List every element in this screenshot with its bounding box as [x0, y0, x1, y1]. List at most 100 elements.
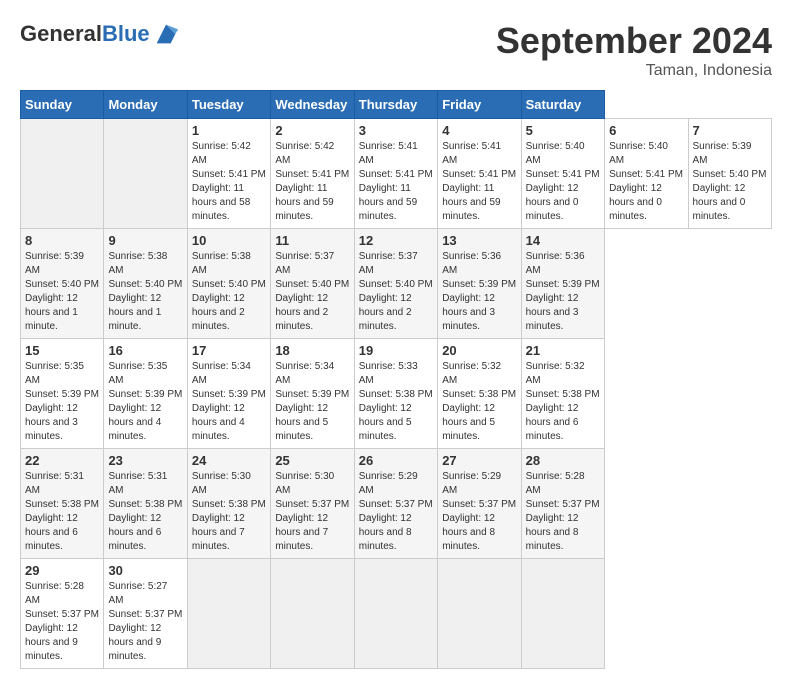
day-info: Sunrise: 5:31 AM Sunset: 5:38 PM Dayligh…: [108, 470, 182, 554]
day-number: 22: [25, 453, 99, 468]
calendar-cell: 23 Sunrise: 5:31 AM Sunset: 5:38 PM Dayl…: [104, 449, 187, 559]
day-number: 12: [359, 233, 433, 248]
calendar-week-2: 8 Sunrise: 5:39 AM Sunset: 5:40 PM Dayli…: [21, 229, 772, 339]
calendar-cell: 1 Sunrise: 5:42 AM Sunset: 5:41 PM Dayli…: [187, 119, 270, 229]
day-info: Sunrise: 5:39 AM Sunset: 5:40 PM Dayligh…: [693, 140, 768, 224]
calendar-cell: 11 Sunrise: 5:37 AM Sunset: 5:40 PM Dayl…: [271, 229, 354, 339]
day-info: Sunrise: 5:36 AM Sunset: 5:39 PM Dayligh…: [526, 250, 600, 334]
calendar-cell: 2 Sunrise: 5:42 AM Sunset: 5:41 PM Dayli…: [271, 119, 354, 229]
day-info: Sunrise: 5:28 AM Sunset: 5:37 PM Dayligh…: [25, 580, 99, 664]
calendar-cell: [187, 559, 270, 669]
calendar-cell: 25 Sunrise: 5:30 AM Sunset: 5:37 PM Dayl…: [271, 449, 354, 559]
day-number: 17: [192, 343, 266, 358]
day-info: Sunrise: 5:38 AM Sunset: 5:40 PM Dayligh…: [108, 250, 182, 334]
day-number: 27: [442, 453, 516, 468]
calendar-cell: 21 Sunrise: 5:32 AM Sunset: 5:38 PM Dayl…: [521, 339, 604, 449]
day-info: Sunrise: 5:29 AM Sunset: 5:37 PM Dayligh…: [442, 470, 516, 554]
weekday-header-monday: Monday: [104, 91, 187, 119]
day-number: 13: [442, 233, 516, 248]
calendar-week-1: 1 Sunrise: 5:42 AM Sunset: 5:41 PM Dayli…: [21, 119, 772, 229]
day-info: Sunrise: 5:40 AM Sunset: 5:41 PM Dayligh…: [526, 140, 600, 224]
day-info: Sunrise: 5:37 AM Sunset: 5:40 PM Dayligh…: [359, 250, 433, 334]
day-number: 28: [526, 453, 600, 468]
day-number: 25: [275, 453, 349, 468]
calendar-body: 1 Sunrise: 5:42 AM Sunset: 5:41 PM Dayli…: [21, 119, 772, 669]
day-number: 16: [108, 343, 182, 358]
calendar-cell: 14 Sunrise: 5:36 AM Sunset: 5:39 PM Dayl…: [521, 229, 604, 339]
day-info: Sunrise: 5:33 AM Sunset: 5:38 PM Dayligh…: [359, 360, 433, 444]
day-number: 2: [275, 123, 349, 138]
calendar-cell: [521, 559, 604, 669]
logo: GeneralBlue: [20, 20, 180, 48]
calendar-cell: 3 Sunrise: 5:41 AM Sunset: 5:41 PM Dayli…: [354, 119, 437, 229]
calendar-cell: 29 Sunrise: 5:28 AM Sunset: 5:37 PM Dayl…: [21, 559, 104, 669]
logo-text: GeneralBlue: [20, 21, 150, 47]
calendar-table: SundayMondayTuesdayWednesdayThursdayFrid…: [20, 90, 772, 669]
day-info: Sunrise: 5:34 AM Sunset: 5:39 PM Dayligh…: [192, 360, 266, 444]
weekday-header-sunday: Sunday: [21, 91, 104, 119]
day-number: 4: [442, 123, 516, 138]
calendar-cell: 9 Sunrise: 5:38 AM Sunset: 5:40 PM Dayli…: [104, 229, 187, 339]
calendar-week-5: 29 Sunrise: 5:28 AM Sunset: 5:37 PM Dayl…: [21, 559, 772, 669]
day-number: 6: [609, 123, 683, 138]
calendar-cell: 18 Sunrise: 5:34 AM Sunset: 5:39 PM Dayl…: [271, 339, 354, 449]
day-info: Sunrise: 5:41 AM Sunset: 5:41 PM Dayligh…: [359, 140, 433, 224]
weekday-header-saturday: Saturday: [521, 91, 604, 119]
calendar-cell: 12 Sunrise: 5:37 AM Sunset: 5:40 PM Dayl…: [354, 229, 437, 339]
day-info: Sunrise: 5:36 AM Sunset: 5:39 PM Dayligh…: [442, 250, 516, 334]
calendar-cell: 16 Sunrise: 5:35 AM Sunset: 5:39 PM Dayl…: [104, 339, 187, 449]
day-info: Sunrise: 5:40 AM Sunset: 5:41 PM Dayligh…: [609, 140, 683, 224]
weekday-header-friday: Friday: [438, 91, 521, 119]
day-info: Sunrise: 5:35 AM Sunset: 5:39 PM Dayligh…: [108, 360, 182, 444]
day-number: 21: [526, 343, 600, 358]
calendar-cell: 5 Sunrise: 5:40 AM Sunset: 5:41 PM Dayli…: [521, 119, 604, 229]
day-info: Sunrise: 5:32 AM Sunset: 5:38 PM Dayligh…: [526, 360, 600, 444]
day-number: 1: [192, 123, 266, 138]
calendar-cell: 20 Sunrise: 5:32 AM Sunset: 5:38 PM Dayl…: [438, 339, 521, 449]
calendar-cell: 17 Sunrise: 5:34 AM Sunset: 5:39 PM Dayl…: [187, 339, 270, 449]
day-number: 11: [275, 233, 349, 248]
weekday-header-wednesday: Wednesday: [271, 91, 354, 119]
day-info: Sunrise: 5:37 AM Sunset: 5:40 PM Dayligh…: [275, 250, 349, 334]
calendar-header-row: SundayMondayTuesdayWednesdayThursdayFrid…: [21, 91, 772, 119]
title-block: September 2024 Taman, Indonesia: [496, 20, 772, 80]
day-number: 7: [693, 123, 768, 138]
day-number: 29: [25, 563, 99, 578]
day-number: 14: [526, 233, 600, 248]
day-info: Sunrise: 5:42 AM Sunset: 5:41 PM Dayligh…: [192, 140, 266, 224]
day-info: Sunrise: 5:41 AM Sunset: 5:41 PM Dayligh…: [442, 140, 516, 224]
calendar-cell: [104, 119, 187, 229]
day-number: 30: [108, 563, 182, 578]
calendar-cell: 22 Sunrise: 5:31 AM Sunset: 5:38 PM Dayl…: [21, 449, 104, 559]
weekday-header-thursday: Thursday: [354, 91, 437, 119]
calendar-cell: 8 Sunrise: 5:39 AM Sunset: 5:40 PM Dayli…: [21, 229, 104, 339]
calendar-cell: 15 Sunrise: 5:35 AM Sunset: 5:39 PM Dayl…: [21, 339, 104, 449]
day-number: 3: [359, 123, 433, 138]
day-number: 23: [108, 453, 182, 468]
weekday-header-tuesday: Tuesday: [187, 91, 270, 119]
day-info: Sunrise: 5:42 AM Sunset: 5:41 PM Dayligh…: [275, 140, 349, 224]
day-number: 24: [192, 453, 266, 468]
day-number: 26: [359, 453, 433, 468]
day-number: 5: [526, 123, 600, 138]
day-number: 18: [275, 343, 349, 358]
calendar-cell: 24 Sunrise: 5:30 AM Sunset: 5:38 PM Dayl…: [187, 449, 270, 559]
day-info: Sunrise: 5:30 AM Sunset: 5:37 PM Dayligh…: [275, 470, 349, 554]
day-info: Sunrise: 5:39 AM Sunset: 5:40 PM Dayligh…: [25, 250, 99, 334]
calendar-cell: 13 Sunrise: 5:36 AM Sunset: 5:39 PM Dayl…: [438, 229, 521, 339]
calendar-week-3: 15 Sunrise: 5:35 AM Sunset: 5:39 PM Dayl…: [21, 339, 772, 449]
calendar-cell: 27 Sunrise: 5:29 AM Sunset: 5:37 PM Dayl…: [438, 449, 521, 559]
calendar-cell: [271, 559, 354, 669]
calendar-cell: 6 Sunrise: 5:40 AM Sunset: 5:41 PM Dayli…: [605, 119, 688, 229]
day-info: Sunrise: 5:30 AM Sunset: 5:38 PM Dayligh…: [192, 470, 266, 554]
day-number: 10: [192, 233, 266, 248]
day-info: Sunrise: 5:29 AM Sunset: 5:37 PM Dayligh…: [359, 470, 433, 554]
day-info: Sunrise: 5:28 AM Sunset: 5:37 PM Dayligh…: [526, 470, 600, 554]
day-info: Sunrise: 5:35 AM Sunset: 5:39 PM Dayligh…: [25, 360, 99, 444]
calendar-cell: [21, 119, 104, 229]
day-number: 15: [25, 343, 99, 358]
calendar-cell: 10 Sunrise: 5:38 AM Sunset: 5:40 PM Dayl…: [187, 229, 270, 339]
logo-icon: [152, 20, 180, 48]
day-info: Sunrise: 5:38 AM Sunset: 5:40 PM Dayligh…: [192, 250, 266, 334]
calendar-cell: 30 Sunrise: 5:27 AM Sunset: 5:37 PM Dayl…: [104, 559, 187, 669]
